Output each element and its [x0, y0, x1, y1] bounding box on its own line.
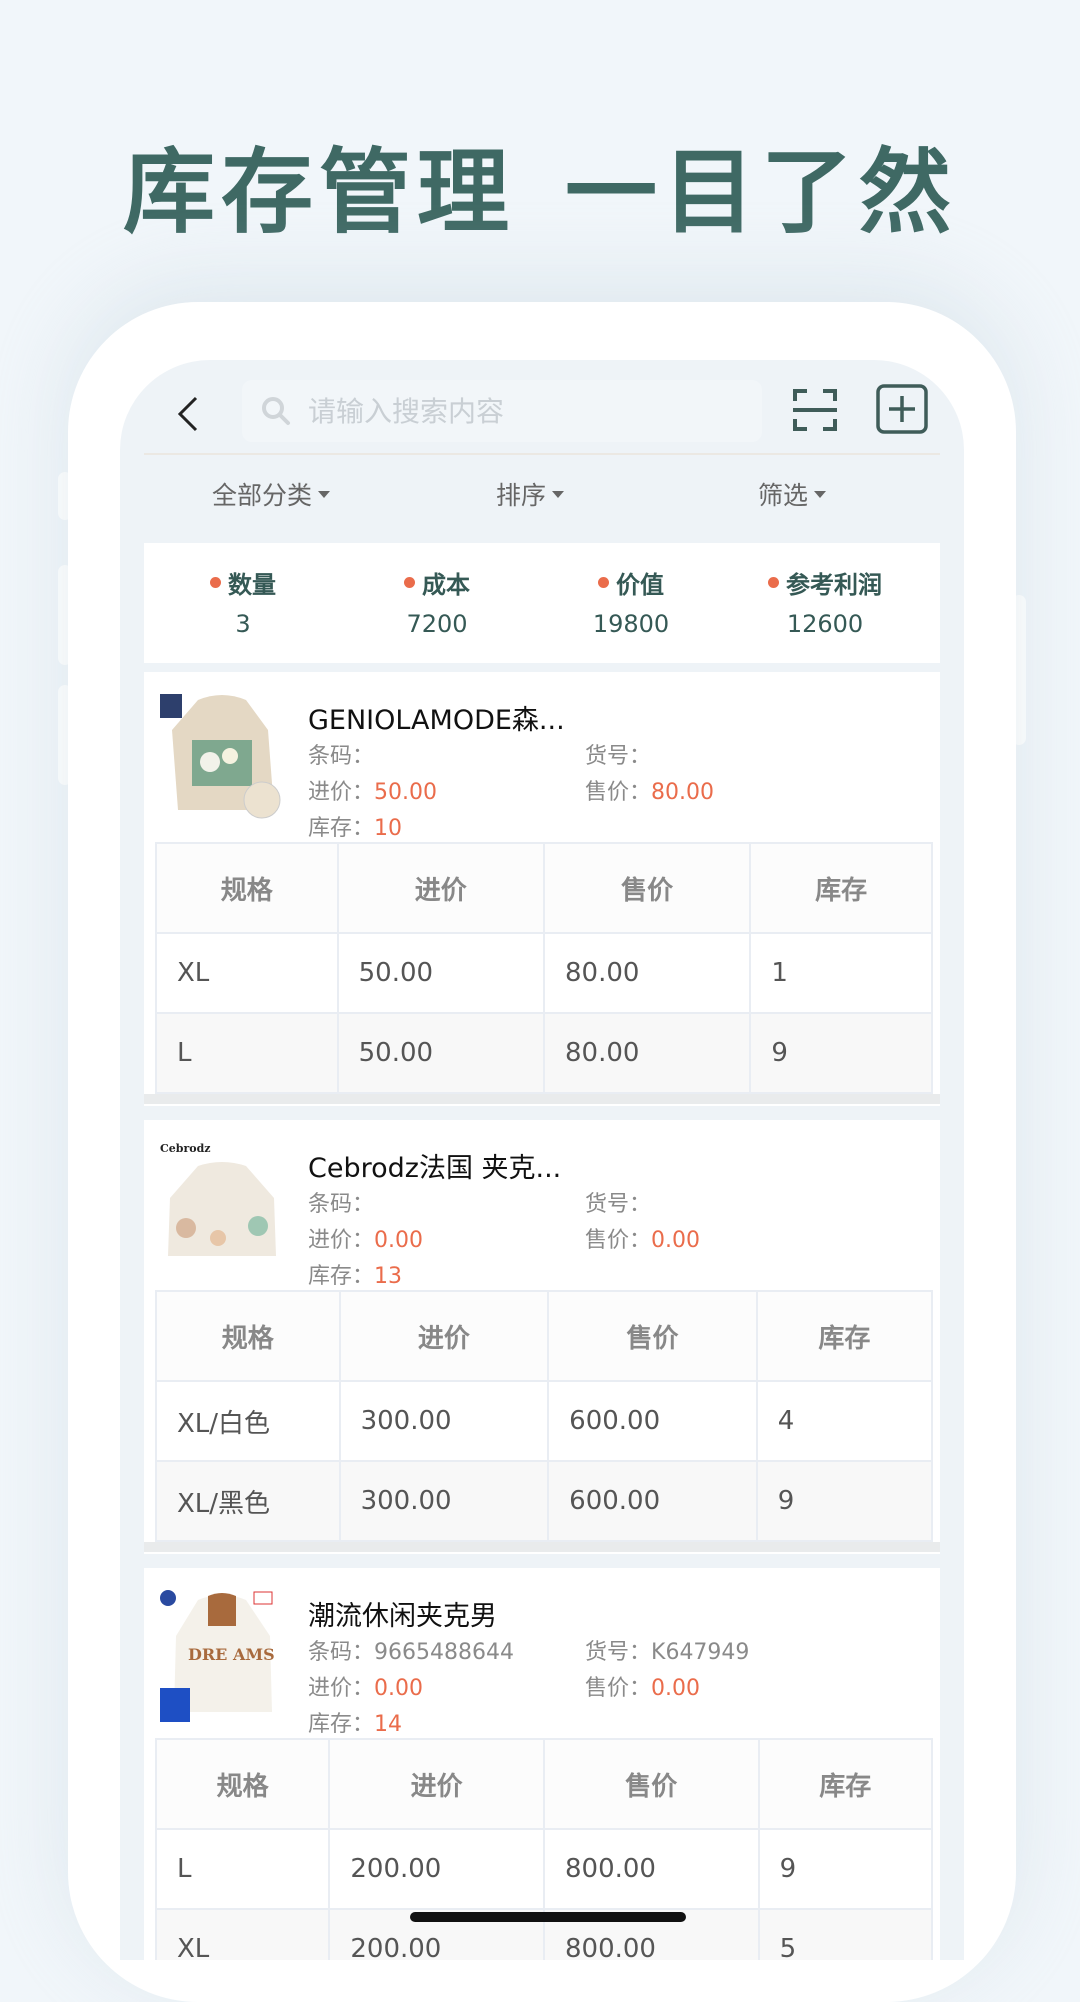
product-sku: 货号：K647949 [585, 1640, 750, 1665]
product-price: 售价：80.00 [585, 780, 714, 805]
headline-part1: 库存管理 [122, 139, 515, 246]
product-price: 售价：0.00 [585, 1228, 700, 1253]
scan-icon [793, 389, 837, 431]
svg-text:DRE AMS: DRE AMS [188, 1645, 275, 1664]
product-image: DRE AMS [158, 1586, 286, 1726]
col-spec: 规格 [155, 1290, 341, 1382]
chevron-left-icon [177, 396, 198, 432]
filter-category[interactable]: 全部分类 [212, 476, 331, 512]
product-name: Cebrodz法国 夹克... [308, 1153, 562, 1184]
col-price: 售价 [547, 1290, 758, 1382]
filter-label: 筛选 [758, 481, 809, 510]
table-row: L 50.00 80.00 9 [155, 1012, 933, 1094]
dot-icon [598, 577, 609, 588]
svg-text:Cebrodz: Cebrodz [160, 1142, 211, 1155]
product-card[interactable]: GENIOLAMODE森... 条码： 货号： 进价：50.00 售价：80.0… [144, 672, 940, 1106]
col-spec: 规格 [155, 842, 339, 934]
col-cost: 进价 [336, 842, 545, 934]
variant-table: 规格 进价 售价 库存 XL/白色 300.00 600.00 4 XL/黑色 … [155, 1290, 934, 1542]
product-cost: 进价：50.00 [308, 780, 437, 805]
summary-label: 价值 [616, 571, 664, 599]
top-bar [120, 360, 964, 453]
table-header: 规格 进价 售价 库存 [155, 842, 933, 934]
headline-part2: 一目了然 [565, 139, 958, 246]
col-price: 售价 [542, 1738, 760, 1830]
dot-icon [404, 577, 415, 588]
table-header: 规格 进价 售价 库存 [154, 1738, 934, 1830]
caret-down-icon [814, 490, 827, 498]
summary-label: 参考利润 [786, 571, 882, 599]
product-card[interactable]: DRE AMS 潮流休闲夹克男 条码：9665488644 货号：K647949… [144, 1568, 940, 1960]
product-stock: 库存：10 [308, 816, 403, 841]
dot-icon [768, 577, 779, 588]
card-divider [144, 1542, 940, 1552]
filter-label: 排序 [496, 481, 547, 510]
product-price: 售价：0.00 [585, 1676, 700, 1701]
table-row: XL/白色 300.00 600.00 4 [155, 1380, 934, 1462]
product-barcode: 条码：9665488644 [308, 1640, 514, 1665]
product-sku: 货号： [585, 744, 652, 769]
product-image: Cebrodz [158, 1138, 286, 1278]
product-cost: 进价：0.00 [308, 1676, 423, 1701]
product-cost: 进价：0.00 [308, 1228, 423, 1253]
summary-value-total: 价值 19800 [541, 565, 721, 638]
col-stock: 库存 [757, 1738, 934, 1830]
table-header: 规格 进价 售价 库存 [155, 1290, 934, 1382]
product-image [158, 690, 286, 830]
summary-value: 7200 [406, 610, 468, 638]
product-barcode: 条码： [308, 744, 375, 769]
summary-profit: 参考利润 12600 [735, 565, 915, 638]
col-price: 售价 [542, 842, 752, 934]
product-sku: 货号： [585, 1192, 652, 1217]
caret-down-icon [552, 490, 565, 498]
search-icon [262, 397, 290, 425]
summary-label: 数量 [228, 571, 276, 599]
home-indicator[interactable] [410, 1912, 686, 1922]
variant-table: 规格 进价 售价 库存 L 200.00 800.00 9 XL 200.00 … [154, 1738, 934, 1960]
dot-icon [210, 577, 221, 588]
scan-button[interactable] [792, 388, 838, 432]
add-square-icon [876, 384, 928, 434]
summary-panel: 数量 3 成本 7200 价值 19800 参考利润 12600 [144, 543, 940, 663]
table-row: XL 50.00 80.00 1 [155, 932, 933, 1014]
header-divider [144, 453, 940, 455]
col-cost: 进价 [328, 1738, 545, 1830]
product-stock: 库存：14 [308, 1712, 403, 1737]
product-list: GENIOLAMODE森... 条码： 货号： 进价：50.00 售价：80.0… [144, 672, 940, 1960]
summary-value: 19800 [592, 610, 670, 638]
back-button[interactable] [174, 392, 204, 436]
col-cost: 进价 [338, 1290, 550, 1382]
filter-sort[interactable]: 排序 [496, 476, 565, 512]
summary-cost: 成本 7200 [347, 565, 527, 638]
summary-quantity: 数量 3 [153, 565, 333, 638]
col-stock: 库存 [749, 842, 933, 934]
page-headline: 库存管理 一目了然 [0, 118, 1080, 251]
table-row: XL/黑色 300.00 600.00 9 [155, 1460, 934, 1542]
product-stock: 库存：13 [308, 1264, 403, 1289]
col-stock: 库存 [755, 1290, 934, 1382]
product-name: 潮流休闲夹克男 [308, 1601, 497, 1632]
product-card[interactable]: Cebrodz Cebrodz法国 夹克... 条码： 货号： 进价：0.00 … [144, 1120, 940, 1554]
card-divider [144, 1094, 940, 1104]
filter-screen[interactable]: 筛选 [758, 476, 827, 512]
summary-value: 12600 [786, 610, 864, 638]
search-box[interactable] [242, 380, 762, 442]
product-name: GENIOLAMODE森... [308, 705, 565, 736]
variant-table: 规格 进价 售价 库存 XL 50.00 80.00 1 L 50.00 80.… [155, 842, 933, 1094]
product-barcode: 条码： [308, 1192, 375, 1217]
filter-bar: 全部分类 排序 筛选 [144, 476, 940, 536]
filter-label: 全部分类 [212, 481, 313, 510]
summary-value: 3 [235, 610, 251, 638]
add-product-button[interactable] [876, 384, 928, 434]
summary-label: 成本 [422, 571, 470, 599]
table-row: L 200.00 800.00 9 [154, 1828, 934, 1910]
search-input[interactable] [306, 393, 730, 429]
caret-down-icon [318, 490, 331, 498]
phone-screen: 全部分类 排序 筛选 数量 3 成本 7200 价值 19800 参考利润 12… [120, 360, 964, 1960]
col-spec: 规格 [154, 1738, 331, 1830]
